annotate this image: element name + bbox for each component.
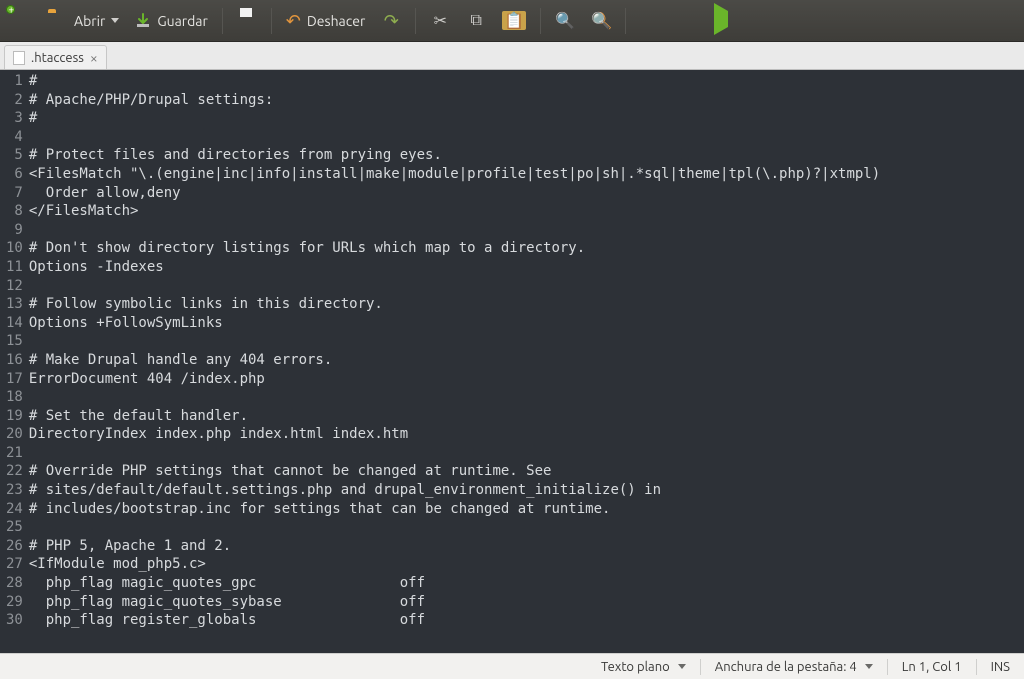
play-macro-button[interactable]: [706, 5, 738, 37]
search-replace-icon: 🔍: [591, 11, 611, 30]
new-file-icon: [12, 11, 32, 31]
play-icon: [712, 11, 732, 31]
record-icon: [640, 11, 660, 31]
clipboard-icon: 📋: [502, 11, 526, 30]
toolbar-separator: [540, 8, 541, 34]
print-button[interactable]: [231, 5, 263, 37]
save-icon: [135, 13, 151, 29]
new-file-button[interactable]: [6, 5, 38, 37]
redo-button[interactable]: ↷: [375, 5, 407, 37]
code-area[interactable]: # # Apache/PHP/Drupal settings: # # Prot…: [27, 70, 1024, 653]
status-cursor-position: Ln 1, Col 1: [888, 660, 976, 674]
stop-macro-button[interactable]: [670, 5, 702, 37]
status-tabwidth-label: Anchura de la pestaña: 4: [715, 660, 857, 674]
status-bar: Texto plano Anchura de la pestaña: 4 Ln …: [0, 653, 1024, 679]
status-cursor-label: Ln 1, Col 1: [902, 660, 962, 674]
toolbar-separator: [625, 8, 626, 34]
status-language-label: Texto plano: [601, 660, 670, 674]
find-button[interactable]: 🔍: [549, 5, 581, 37]
record-macro-button[interactable]: [634, 5, 666, 37]
tab-htaccess[interactable]: .htaccess ×: [4, 45, 107, 69]
open-label: Abrir: [74, 13, 105, 29]
chevron-down-icon: [678, 664, 686, 669]
save-label: Guardar: [157, 13, 207, 29]
status-language[interactable]: Texto plano: [587, 660, 700, 674]
chevron-down-icon: [865, 664, 873, 669]
editor[interactable]: 1 2 3 4 5 6 7 8 9 10 11 12 13 14 15 16 1…: [0, 70, 1024, 653]
undo-icon: ↶: [286, 12, 301, 30]
search-icon: 🔍: [555, 11, 575, 30]
tab-label: .htaccess: [31, 51, 84, 65]
redo-icon: ↷: [384, 12, 399, 30]
copy-icon: ⧉: [471, 11, 482, 30]
find-replace-button[interactable]: 🔍: [585, 5, 617, 37]
toolbar: Abrir Guardar ↶ Deshacer ↷ ✂ ⧉ 📋 🔍 🔍: [0, 0, 1024, 42]
close-tab-button[interactable]: ×: [90, 50, 98, 66]
line-number-gutter: 1 2 3 4 5 6 7 8 9 10 11 12 13 14 15 16 1…: [0, 70, 27, 653]
paste-button[interactable]: 📋: [496, 5, 532, 37]
file-icon: [13, 51, 25, 65]
open-button[interactable]: Abrir: [42, 5, 125, 37]
chevron-down-icon: [111, 18, 119, 23]
undo-button[interactable]: ↶ Deshacer: [280, 5, 371, 37]
printer-icon: [237, 11, 257, 31]
copy-button[interactable]: ⧉: [460, 5, 492, 37]
tab-bar: .htaccess ×: [0, 42, 1024, 70]
scissors-icon: ✂: [434, 11, 447, 30]
status-tab-width[interactable]: Anchura de la pestaña: 4: [701, 660, 887, 674]
status-insert-mode[interactable]: INS: [977, 660, 1024, 674]
save-button[interactable]: Guardar: [129, 5, 213, 37]
stop-icon: [676, 11, 696, 31]
status-insert-label: INS: [991, 660, 1010, 674]
cut-button[interactable]: ✂: [424, 5, 456, 37]
toolbar-separator: [222, 8, 223, 34]
folder-open-icon: [48, 11, 68, 31]
toolbar-separator: [415, 8, 416, 34]
toolbar-separator: [271, 8, 272, 34]
undo-label: Deshacer: [307, 13, 365, 29]
